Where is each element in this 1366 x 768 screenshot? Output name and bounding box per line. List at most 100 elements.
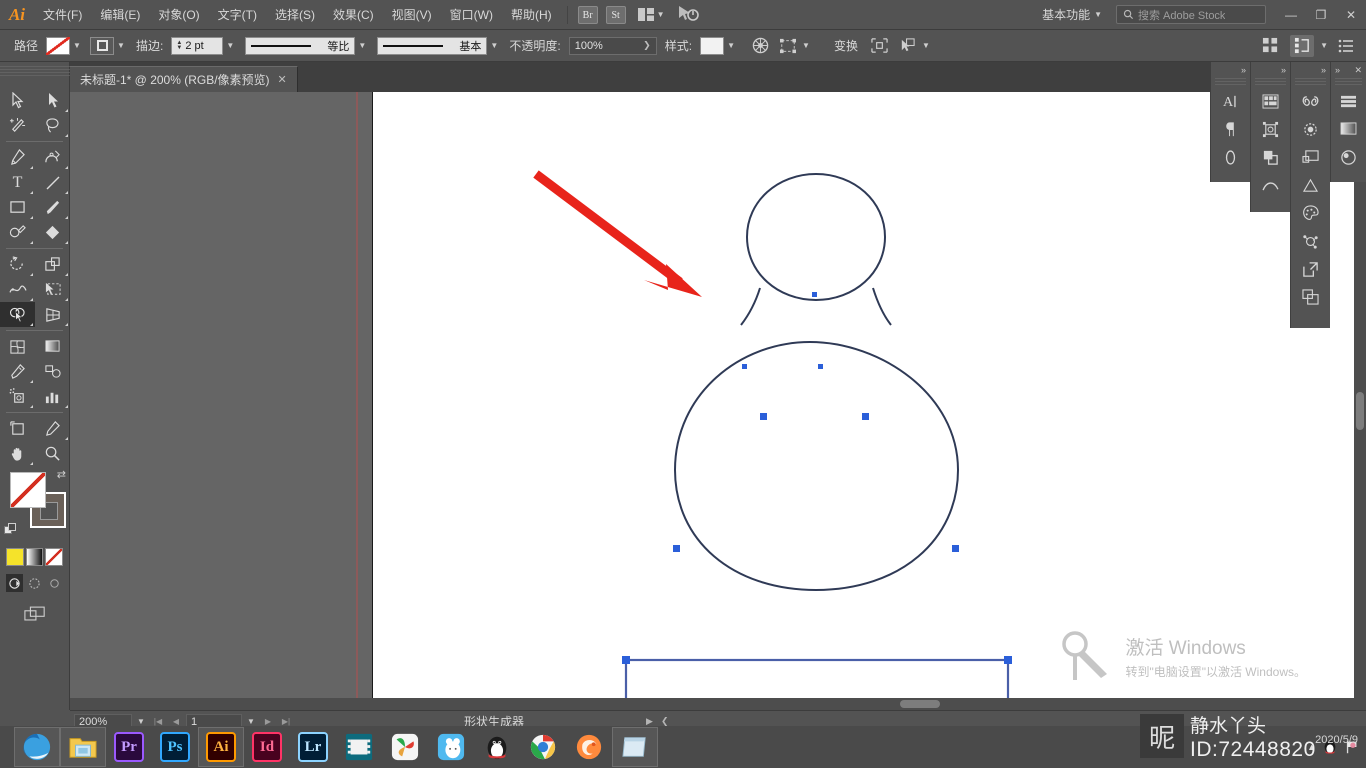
dock-close-icon[interactable]: ✕ xyxy=(1354,65,1362,76)
color-panel-button[interactable] xyxy=(1291,199,1330,227)
taskbar-lightroom-button[interactable]: Lr xyxy=(290,727,336,767)
brushes-panel-button[interactable] xyxy=(1251,171,1290,199)
symbols-panel-button[interactable] xyxy=(1251,115,1290,143)
character-panel-button[interactable]: A xyxy=(1211,87,1250,115)
brush-chevron-icon[interactable]: ▼ xyxy=(487,37,501,55)
swatches-panel-button[interactable] xyxy=(1251,87,1290,115)
gradient-fill-button[interactable] xyxy=(1331,115,1366,143)
menu-type[interactable]: 文字(T) xyxy=(209,0,266,30)
fill-swatch[interactable] xyxy=(46,36,71,55)
fill-chevron-icon[interactable]: ▼ xyxy=(70,37,84,55)
taskbar-firefox-button[interactable] xyxy=(566,727,612,767)
dock-expand-button-3[interactable]: » xyxy=(1291,62,1330,78)
menu-window[interactable]: 窗口(W) xyxy=(441,0,502,30)
none-swatch-button[interactable] xyxy=(45,548,64,566)
horizontal-scrollbar-thumb[interactable] xyxy=(900,700,940,708)
dock-grip-4[interactable] xyxy=(1335,78,1362,87)
width-tool[interactable] xyxy=(0,277,35,302)
vertical-scrollbar-thumb[interactable] xyxy=(1356,392,1364,430)
taskbar-premiere-button[interactable]: Pr xyxy=(106,727,152,767)
rotate-tool[interactable] xyxy=(0,252,35,277)
dock-expand-button-4[interactable]: » xyxy=(1335,65,1340,75)
align-panel-button[interactable] xyxy=(1258,35,1282,57)
line-segment-tool[interactable] xyxy=(35,170,70,195)
gradient-tool[interactable] xyxy=(35,334,70,359)
paintbrush-tool[interactable] xyxy=(35,195,70,220)
select-behind-button[interactable] xyxy=(896,35,920,57)
stroke-swatch[interactable] xyxy=(90,36,115,55)
column-graph-tool[interactable] xyxy=(35,384,70,409)
isolate-selected-button[interactable] xyxy=(868,35,892,57)
pathfinder-panel-button[interactable] xyxy=(1251,143,1290,171)
workspace-selector[interactable]: 基本功能 xyxy=(1038,6,1094,23)
stroke-panel-button[interactable] xyxy=(1211,143,1250,171)
blend-tool[interactable] xyxy=(35,359,70,384)
menu-view[interactable]: 视图(V) xyxy=(383,0,441,30)
taskbar-media-player-button[interactable] xyxy=(382,727,428,767)
rectangle-tool[interactable] xyxy=(0,195,35,220)
magic-wand-tool[interactable] xyxy=(0,113,35,138)
direct-selection-tool[interactable] xyxy=(35,88,70,113)
select-similar-button[interactable] xyxy=(776,35,800,57)
layers-panel-button[interactable] xyxy=(1331,87,1366,115)
tools-panel-grip[interactable] xyxy=(0,66,70,76)
stock-search-box[interactable]: 搜索 Adobe Stock xyxy=(1116,5,1266,24)
style-chevron-icon[interactable]: ▼ xyxy=(724,37,738,55)
flag-tray-icon[interactable] xyxy=(1344,739,1360,755)
brush-definition-field[interactable]: 基本 xyxy=(377,36,488,55)
stroke-profile-field[interactable]: 等比 xyxy=(245,36,356,55)
eyedropper-tool[interactable] xyxy=(0,359,35,384)
hand-tool[interactable] xyxy=(0,441,35,466)
fill-indicator[interactable] xyxy=(10,472,46,508)
transform-panel-button[interactable] xyxy=(1291,143,1330,171)
stroke-stepper-icon[interactable]: ▲ ▼ xyxy=(176,40,182,51)
close-button[interactable]: ✕ xyxy=(1336,0,1366,30)
taskbar-qq-button[interactable] xyxy=(474,727,520,767)
workspace-chevron-icon[interactable]: ▼ xyxy=(1094,10,1102,19)
show-hidden-icons-button[interactable]: ▲ xyxy=(1307,742,1316,752)
profile-chevron-icon[interactable]: ▼ xyxy=(355,37,369,55)
arrange-panel-button[interactable] xyxy=(1290,34,1315,57)
taskbar-illustrator-button[interactable]: Ai xyxy=(198,727,244,767)
pencil-tool[interactable] xyxy=(0,220,35,245)
close-icon[interactable]: ✕ xyxy=(278,73,287,86)
draw-normal-button[interactable] xyxy=(6,574,23,592)
slice-tool[interactable] xyxy=(35,416,70,441)
selection-tool[interactable] xyxy=(0,88,35,113)
menu-edit[interactable]: 编辑(E) xyxy=(91,0,149,30)
taskbar-chrome-button[interactable] xyxy=(520,727,566,767)
gradient-swatch-button[interactable] xyxy=(25,548,44,566)
menu-object[interactable]: 对象(O) xyxy=(149,0,208,30)
artwork-layer[interactable] xyxy=(70,92,1366,710)
opacity-expand-icon[interactable]: ❯ xyxy=(643,40,651,51)
stroke-color-control[interactable]: ▼ xyxy=(90,36,128,55)
mesh-tool[interactable] xyxy=(0,334,35,359)
fill-color-control[interactable]: ▼ xyxy=(46,36,84,55)
taskbar-video-editor-button[interactable] xyxy=(336,727,382,767)
links-panel-button[interactable] xyxy=(1291,255,1330,283)
color-guide-panel-button[interactable] xyxy=(1291,115,1330,143)
menu-file[interactable]: 文件(F) xyxy=(34,0,91,30)
symbol-sprayer-tool[interactable] xyxy=(0,384,35,409)
document-tab[interactable]: 未标题-1* @ 200% (RGB/像素预览) ✕ xyxy=(70,66,298,92)
lasso-tool[interactable] xyxy=(35,113,70,138)
artboard-tool[interactable] xyxy=(0,416,35,441)
free-transform-tool[interactable] xyxy=(35,277,70,302)
libraries-panel-button[interactable] xyxy=(1291,87,1330,115)
shape-builder-tool[interactable] xyxy=(0,302,35,327)
swap-fill-stroke-icon[interactable]: ⇄ xyxy=(57,468,66,481)
select-similar-chevron-icon[interactable]: ▼ xyxy=(802,41,810,50)
stroke-chevron-icon[interactable]: ▼ xyxy=(114,37,128,55)
taskbar-input-method-button[interactable] xyxy=(428,727,474,767)
opacity-mask-button[interactable] xyxy=(748,35,772,57)
paragraph-panel-button[interactable] xyxy=(1211,115,1250,143)
dock-grip-1[interactable] xyxy=(1215,78,1246,87)
draw-inside-button[interactable] xyxy=(46,574,63,592)
color-swatch-button[interactable] xyxy=(6,548,24,566)
default-fill-stroke-icon[interactable] xyxy=(4,523,17,536)
gradient-panel-button[interactable] xyxy=(1291,171,1330,199)
minimize-button[interactable]: — xyxy=(1276,0,1306,30)
pen-tool[interactable] xyxy=(0,145,35,170)
home-screen-button[interactable] xyxy=(677,4,699,25)
draw-behind-button[interactable] xyxy=(26,574,43,592)
